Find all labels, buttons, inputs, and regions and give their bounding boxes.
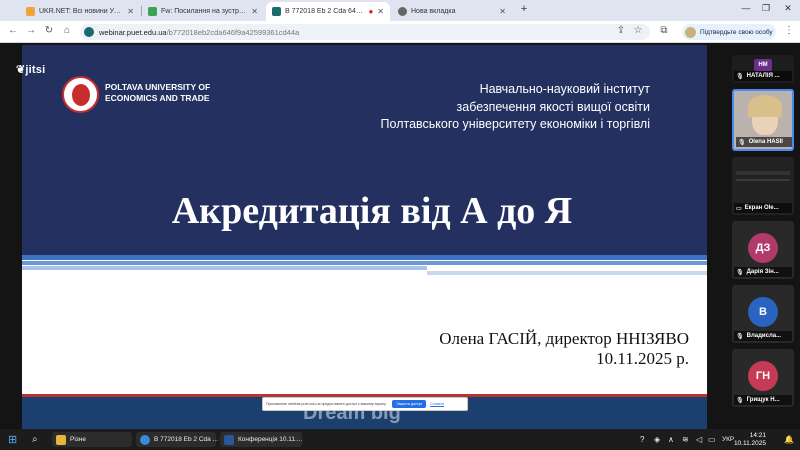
notifications-icon[interactable]: 🔔 [784, 432, 794, 447]
forward-button[interactable]: → [24, 25, 38, 36]
avatar: ДЗ [748, 233, 778, 263]
jitsi-logo: ❦jitsi [16, 64, 46, 76]
restore-button[interactable]: ❐ [756, 3, 776, 14]
recording-dot-icon: ● [368, 7, 374, 16]
participant-name: 🎙 Olena HASII [736, 137, 792, 147]
browser-toolbar: ← → ↻ ⌂ webinar.puet.edu.ua/b772018eb2cd… [0, 21, 800, 43]
folder-icon [56, 434, 66, 445]
battery-icon[interactable]: ▭ [708, 432, 716, 447]
mic-muted-icon: 🎙 [736, 73, 744, 80]
participant-tile[interactable]: ДЗ 🎙 Дарія Зін... [732, 221, 794, 279]
mic-muted-icon: 🎙 [738, 139, 746, 146]
university-logo-icon [62, 76, 99, 113]
participant-tile[interactable]: В 🎙 Владисла... [732, 285, 794, 343]
profile-button[interactable]: Підтвердьте свою особу [682, 24, 776, 40]
address-bar[interactable]: webinar.puet.edu.ua/b772018eb2cda646f9a4… [80, 24, 650, 40]
participant-name: 🎙 Грищук Н... [734, 395, 792, 405]
participant-name: 🎙 Владисла... [734, 331, 792, 341]
screen-icon: ▭ [736, 205, 742, 212]
new-tab-button[interactable]: + [514, 3, 534, 15]
screen-preview [736, 179, 790, 181]
search-icon[interactable]: ⌕ [32, 432, 38, 447]
volume-icon[interactable]: ◁ [696, 432, 702, 447]
jitsi-leaf-icon: ❦ [16, 64, 26, 76]
screen-share-banner: Приложение webinar.puet.edu.ua предостав… [262, 397, 468, 411]
globe-favicon-icon [398, 7, 407, 16]
tab-webinar[interactable]: В 772018 Eb 2 Cda 646 F9... ● ✕ [266, 2, 390, 21]
taskbar-item-word[interactable]: Конференція 10.11.... [220, 432, 302, 447]
mic-muted-icon: 🎙 [736, 333, 744, 340]
close-icon[interactable]: ✕ [499, 7, 506, 16]
close-icon[interactable]: ✕ [127, 7, 134, 16]
language-indicator[interactable]: УКР [722, 432, 734, 447]
taskbar-item-folder[interactable]: Різне [52, 432, 132, 447]
network-icon[interactable]: ◈ [654, 432, 660, 447]
shared-presentation-slide: POLTAVA UNIVERSITY OF ECONOMICS AND TRAD… [22, 45, 707, 429]
close-window-button[interactable]: ✕ [778, 3, 798, 14]
close-icon[interactable]: ✕ [377, 7, 384, 16]
windows-start-icon[interactable]: ⊞ [8, 432, 17, 447]
institute-name: Навчально-науковий інститут забезпечення… [380, 82, 650, 131]
taskbar-item-chrome[interactable]: В 772018 Eb 2 Cda ... [136, 432, 218, 447]
university-name: POLTAVA UNIVERSITY OF ECONOMICS AND TRAD… [105, 82, 211, 103]
participant-tile[interactable]: НМ 🎙 НАТАЛІЯ ... [732, 55, 794, 83]
slide-stripe [22, 261, 707, 265]
help-icon[interactable]: ? [640, 432, 644, 447]
chrome-icon [140, 434, 150, 445]
menu-kebab-icon[interactable]: ⋮ [782, 25, 796, 36]
site-info-icon[interactable] [84, 27, 94, 37]
stop-sharing-button[interactable]: Закрити доступ [392, 400, 427, 408]
mic-muted-icon: 🎙 [736, 269, 744, 276]
tray-chevron-icon[interactable]: ∧ [668, 432, 674, 447]
slide-stripe [22, 266, 427, 270]
mail-favicon-icon [148, 7, 157, 16]
avatar: НМ [754, 59, 772, 71]
tab-outlook-email[interactable]: Fw: Посилання на зустріч "Акр... ✕ [142, 2, 264, 21]
webinar-favicon-icon [272, 7, 281, 16]
reload-button[interactable]: ↻ [42, 25, 56, 36]
minimize-button[interactable]: — [736, 3, 756, 13]
close-icon[interactable]: ✕ [251, 7, 258, 16]
bookmark-star-icon[interactable]: ☆ [631, 25, 645, 36]
slide-stripe [427, 271, 707, 275]
home-button[interactable]: ⌂ [60, 25, 74, 36]
participants-filmstrip[interactable]: НМ 🎙 НАТАЛІЯ ... 🎙 Olena HASII ▭ Екран Ole.… [730, 43, 800, 429]
avatar: В [748, 297, 778, 327]
participant-tile[interactable]: ГН 🎙 Грищук Н... [732, 349, 794, 407]
slide-author: Олена ГАСІЙ, директор ННІЗЯВО 10.11.2025… [439, 329, 689, 368]
slide-title: Акредитація від А до Я [171, 190, 573, 232]
windows-taskbar: ⊞ ⌕ Різне В 772018 Eb 2 Cda ... Конферен… [0, 429, 800, 450]
word-icon [224, 434, 234, 445]
avatar [685, 26, 696, 38]
participant-name: 🎙 НАТАЛІЯ ... [734, 71, 792, 81]
system-clock[interactable]: 14:21 10.11.2025 [734, 432, 766, 448]
participant-video-hair [748, 95, 782, 117]
tab-ukrnet[interactable]: UKR.NET: Всі новини України, ... ✕ [20, 2, 140, 21]
screen-preview [736, 171, 790, 175]
extensions-icon[interactable]: ⧉ [657, 25, 671, 36]
avatar: ГН [748, 361, 778, 391]
ukrnet-favicon-icon [26, 7, 35, 16]
slide-stripe [22, 255, 707, 260]
participant-name: ▭ Екран Ole... [734, 203, 792, 213]
back-button[interactable]: ← [6, 25, 20, 36]
participant-tile[interactable]: ▭ Екран Ole... [732, 157, 794, 215]
browser-tab-strip: UKR.NET: Всі новини України, ... ✕ Fw: П… [0, 0, 800, 21]
tab-new-tab[interactable]: Нова вкладка ✕ [392, 2, 512, 21]
mic-muted-icon: 🎙 [736, 397, 744, 404]
wifi-icon[interactable]: ≋ [682, 432, 689, 447]
hide-banner-link[interactable]: Сховати [430, 402, 444, 406]
participant-tile-active[interactable]: 🎙 Olena HASII [732, 89, 794, 151]
share-icon[interactable]: ⇪ [614, 25, 628, 36]
participant-name: 🎙 Дарія Зін... [734, 267, 792, 277]
